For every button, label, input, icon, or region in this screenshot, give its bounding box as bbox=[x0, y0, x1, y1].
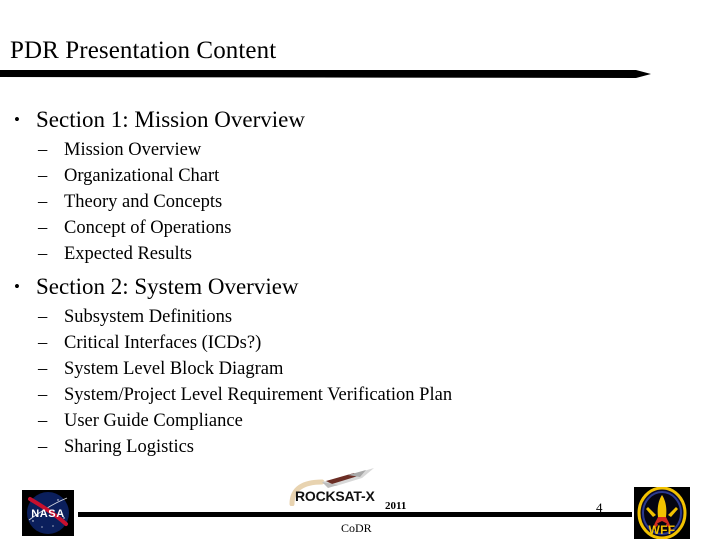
bullet-level2-label: Expected Results bbox=[64, 244, 192, 264]
bullet-marker-dash: – bbox=[38, 385, 48, 405]
bullet-level2-label: Organizational Chart bbox=[64, 166, 220, 186]
svg-text:WFF: WFF bbox=[649, 523, 676, 537]
presentation-slide: PDR Presentation Content • Section 1: Mi… bbox=[0, 0, 720, 540]
page-number: 4 bbox=[596, 500, 603, 515]
bullet-marker-dash: – bbox=[38, 218, 48, 238]
bullet-marker-dot: • bbox=[14, 277, 20, 296]
bullet-level2: – Expected Results bbox=[0, 241, 720, 267]
bullet-level2-label: Concept of Operations bbox=[64, 218, 232, 238]
bullet-level2-label: Sharing Logistics bbox=[64, 437, 195, 457]
page-title: PDR Presentation Content bbox=[10, 37, 277, 64]
bullet-level2: – User Guide Compliance bbox=[0, 408, 720, 434]
slide-body: • Section 1: Mission Overview – Mission … bbox=[0, 104, 720, 460]
bullet-marker-dash: – bbox=[38, 140, 48, 160]
review-name-label: CoDR bbox=[341, 521, 372, 535]
bullet-level2: – Subsystem Definitions bbox=[0, 304, 720, 330]
bullet-level2: – System/Project Level Requirement Verif… bbox=[0, 382, 720, 408]
bullet-level2-label: System/Project Level Requirement Verific… bbox=[64, 385, 453, 405]
bullet-marker-dash: – bbox=[38, 333, 48, 353]
bullet-level2-label: Mission Overview bbox=[64, 140, 202, 160]
bullet-marker-dash: – bbox=[38, 437, 48, 457]
bullet-level2: – Sharing Logistics bbox=[0, 434, 720, 460]
bullet-level1: • Section 1: Mission Overview bbox=[0, 104, 720, 136]
bullet-level1-label: Section 2: System Overview bbox=[36, 274, 299, 299]
svg-text:NASA: NASA bbox=[31, 508, 65, 520]
bullet-marker-dash: – bbox=[38, 359, 48, 379]
bullet-level2: – Concept of Operations bbox=[0, 215, 720, 241]
bullet-level2: – Mission Overview bbox=[0, 137, 720, 163]
program-year-label: 2011 bbox=[385, 500, 407, 512]
bullet-level2: – Organizational Chart bbox=[0, 163, 720, 189]
bullet-level2-label: User Guide Compliance bbox=[64, 411, 243, 431]
bullet-marker-dash: – bbox=[38, 411, 48, 431]
footer-divider bbox=[78, 512, 632, 517]
bullet-level2-label: Critical Interfaces (ICDs?) bbox=[64, 333, 262, 353]
bullet-marker-dot: • bbox=[14, 110, 20, 129]
nasa-logo-icon: NASA bbox=[22, 490, 74, 536]
bullet-level2: – Critical Interfaces (ICDs?) bbox=[0, 330, 720, 356]
wff-logo-icon: WFF bbox=[634, 487, 690, 539]
bullet-level2: – System Level Block Diagram bbox=[0, 356, 720, 382]
bullet-marker-dash: – bbox=[38, 307, 48, 327]
title-underline-rule bbox=[0, 69, 651, 79]
bullet-level1: • Section 2: System Overview bbox=[0, 271, 720, 303]
bullet-level2-label: System Level Block Diagram bbox=[64, 359, 284, 379]
svg-text:ROCKSAT-X: ROCKSAT-X bbox=[295, 488, 375, 504]
bullet-level1-label: Section 1: Mission Overview bbox=[36, 107, 305, 132]
bullet-level2: – Theory and Concepts bbox=[0, 189, 720, 215]
bullet-marker-dash: – bbox=[38, 166, 48, 186]
bullet-marker-dash: – bbox=[38, 244, 48, 264]
rocksat-x-logo-icon: ROCKSAT-X bbox=[288, 466, 428, 506]
bullet-marker-dash: – bbox=[38, 192, 48, 212]
bullet-level2-label: Subsystem Definitions bbox=[64, 307, 233, 327]
bullet-level2-label: Theory and Concepts bbox=[64, 192, 223, 212]
